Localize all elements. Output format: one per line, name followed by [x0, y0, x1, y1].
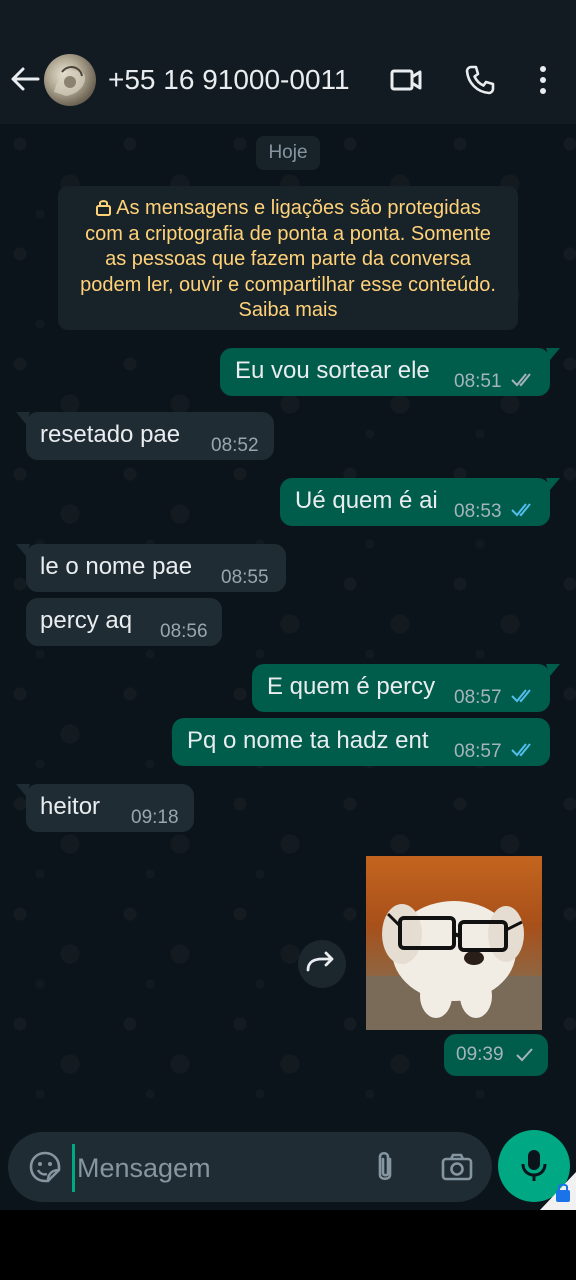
message-bubble-incoming[interactable]: le o nome pae 08:55	[16, 544, 286, 592]
message-text: Pq o nome ta hadz ent	[187, 727, 429, 754]
bubble-tail	[16, 412, 30, 424]
avatar[interactable]	[44, 54, 96, 106]
encryption-notice-text: As mensagens e ligações são protegidas	[116, 197, 481, 219]
dog-with-glasses-sticker[interactable]	[366, 856, 542, 1030]
avatar-image	[54, 66, 86, 96]
bubble-tail	[546, 664, 560, 676]
encryption-notice-line-1: As mensagens e ligações são protegidas	[58, 196, 518, 222]
forward-icon	[306, 951, 334, 972]
sticker-image	[366, 901, 542, 1030]
attach-paperclip-icon[interactable]	[370, 1149, 400, 1185]
encryption-notice[interactable]: As mensagens e ligações são protegidas c…	[58, 186, 518, 330]
bubble-tail	[16, 784, 30, 796]
message-bubble-incoming[interactable]: percy aq 08:56	[26, 598, 222, 646]
message-bubble-outgoing[interactable]: Ué quem é ai 08:53	[280, 478, 560, 526]
learn-more-link[interactable]: Saiba mais	[58, 298, 518, 324]
message-text: Ué quem é ai	[295, 487, 438, 514]
system-navigation-area	[0, 1210, 576, 1280]
forward-button[interactable]	[298, 940, 346, 988]
message-time: 09:18	[131, 807, 179, 828]
message-bubble-outgoing[interactable]: E quem é percy 08:57	[252, 664, 560, 712]
video-call-icon[interactable]	[388, 62, 424, 98]
encryption-notice-line-2: com a criptografia de ponta a ponta. Som…	[85, 222, 491, 245]
message-time: 08:57	[454, 741, 502, 762]
delivered-double-check-icon	[511, 373, 531, 387]
chat-header: +55 16 91000-0011	[0, 0, 576, 124]
message-bubble-outgoing[interactable]: Eu vou sortear ele 08:51	[220, 348, 560, 396]
message-bubble-incoming[interactable]: heitor 09:18	[16, 784, 194, 832]
lock-icon	[96, 200, 112, 216]
contact-name[interactable]: +55 16 91000-0011	[108, 62, 350, 98]
bubble-tail	[16, 544, 30, 556]
message-time: 09:39	[456, 1044, 504, 1065]
read-double-check-icon	[511, 743, 531, 757]
message-time: 08:56	[160, 621, 208, 642]
voice-call-icon[interactable]	[462, 62, 498, 98]
sticker-timestamp: 09:39	[444, 1034, 548, 1076]
bubble-tail	[546, 478, 560, 490]
message-time: 08:57	[454, 687, 502, 708]
encryption-notice-line-4: podem ler, ouvir e compartilhar esse con…	[80, 273, 496, 296]
message-text: E quem é percy	[267, 673, 436, 700]
message-bubble-incoming[interactable]: resetado pae 08:52	[16, 412, 274, 460]
back-arrow-icon[interactable]	[8, 62, 42, 96]
message-input-container	[8, 1132, 492, 1202]
message-text: heitor	[40, 793, 101, 820]
message-list[interactable]: Hoje As mensagens e ligações são protegi…	[0, 124, 576, 1130]
sent-check-icon	[516, 1048, 533, 1062]
read-double-check-icon	[511, 689, 531, 703]
message-bubble-outgoing[interactable]: Pq o nome ta hadz ent 08:57	[172, 718, 550, 766]
message-text: Eu vou sortear ele	[235, 357, 430, 384]
read-double-check-icon	[511, 503, 531, 517]
message-time: 08:55	[221, 567, 269, 588]
date-chip: Hoje	[256, 136, 320, 170]
bubble-tail	[546, 348, 560, 360]
message-text: resetado pae	[40, 421, 181, 448]
app-badge-icon	[540, 1172, 576, 1210]
message-input[interactable]	[72, 1144, 359, 1192]
more-options-icon[interactable]	[526, 62, 562, 98]
camera-icon[interactable]	[440, 1150, 474, 1184]
message-time: 08:53	[454, 501, 502, 522]
encryption-notice-line-3: as pessoas que fazem parte da conversa	[105, 248, 471, 270]
message-text: le o nome pae	[40, 553, 193, 580]
message-time: 08:52	[211, 435, 259, 456]
message-text: percy aq	[40, 607, 133, 634]
message-time: 08:51	[454, 371, 502, 392]
chat-screen: +55 16 91000-0011 Hoje As mensagens e li…	[0, 0, 576, 1280]
sticker-emoji-icon[interactable]	[28, 1150, 62, 1184]
composer	[0, 1120, 576, 1210]
